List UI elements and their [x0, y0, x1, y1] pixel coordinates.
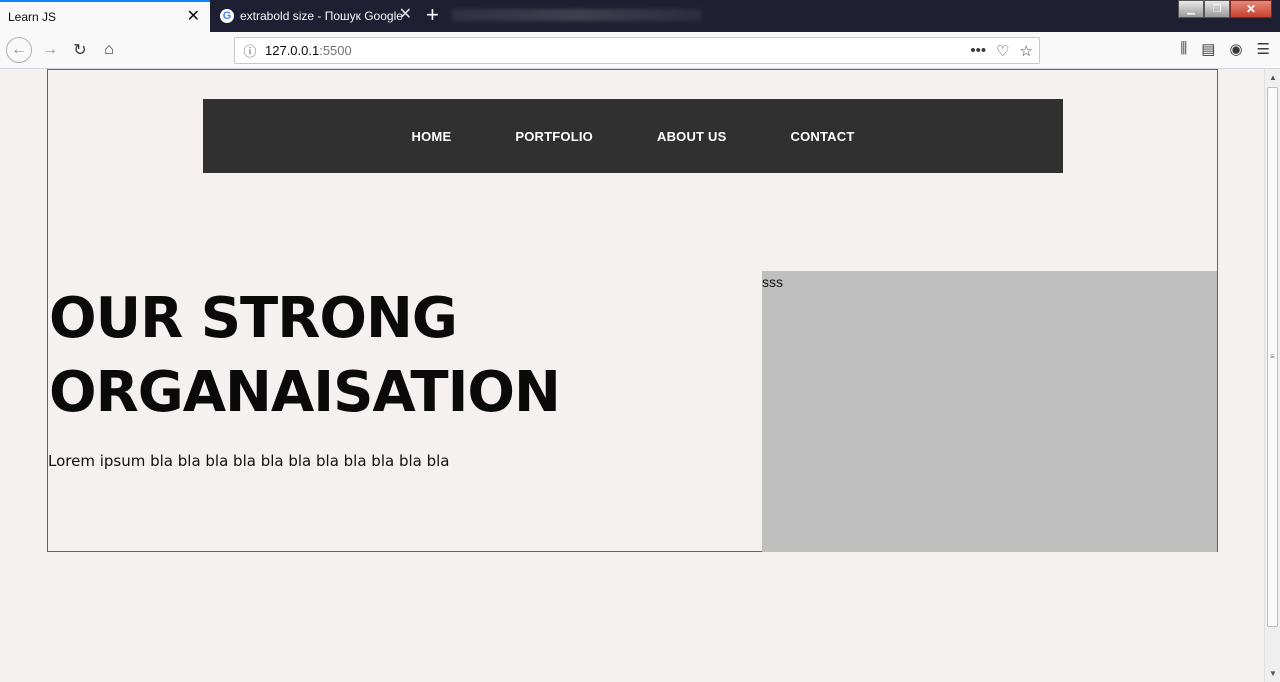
hero-paragraph: Lorem ipsum bla bla bla bla bla bla bla … [48, 452, 450, 470]
vertical-scrollbar[interactable]: ▲ ≡ ▼ [1264, 69, 1280, 682]
address-bar[interactable]: ⓘ 127.0.0.1:5500 ••• ♡ ☆ [234, 37, 1040, 64]
pocket-icon[interactable]: ♡ [996, 42, 1009, 60]
url-actions: ••• ♡ ☆ [970, 42, 1033, 60]
grip-icon: ≡ [1270, 352, 1275, 361]
hero-title-line1: OUR STRONG [49, 286, 458, 351]
side-box-text: sss [762, 274, 783, 290]
tab-learn-js[interactable]: Learn JS ✕ [0, 0, 210, 32]
hero-title: OUR STRONG ORGANAISATION [49, 282, 561, 430]
sidebar-icon[interactable]: ▤ [1201, 40, 1215, 58]
url-port: :5500 [319, 43, 352, 58]
nav-home[interactable]: HOME [412, 129, 452, 144]
nav-contact[interactable]: CONTACT [790, 129, 854, 144]
close-tab-icon[interactable]: ✕ [187, 9, 200, 25]
url-host: 127.0.0.1 [265, 43, 320, 58]
tab-title: Learn JS [8, 10, 57, 24]
tab-google-search[interactable]: G extrabold size - Пошук Google ✕ [210, 0, 422, 32]
window-controls: ▁ ❐ ✕ [1178, 0, 1272, 18]
info-icon[interactable]: ⓘ [235, 41, 265, 60]
hero-title-line2: ORGANAISATION [49, 360, 561, 425]
minimize-icon[interactable]: ▁ [1178, 0, 1204, 18]
navigation-toolbar: ← → ↻ ⌂ ⓘ 127.0.0.1:5500 ••• ♡ ☆ ⫼ ▤ ◉ ☰ [0, 32, 1280, 69]
menu-icon[interactable]: ☰ [1257, 40, 1270, 58]
google-icon: G [220, 9, 234, 23]
reload-icon[interactable]: ↻ [68, 38, 92, 62]
bookmark-star-icon[interactable]: ☆ [1020, 42, 1033, 60]
site-navbar: HOME PORTFOLIO ABOUT US CONTACT [203, 99, 1063, 173]
close-window-icon[interactable]: ✕ [1230, 0, 1272, 18]
blurred-background-tabs [452, 9, 702, 21]
content-container: HOME PORTFOLIO ABOUT US CONTACT OUR STRO… [47, 69, 1218, 552]
scroll-down-arrow-icon[interactable]: ▼ [1269, 669, 1277, 678]
more-actions-icon[interactable]: ••• [970, 42, 986, 60]
back-arrow-icon[interactable]: ← [6, 37, 32, 63]
side-box: sss [762, 271, 1217, 552]
new-tab-icon[interactable]: + [426, 3, 439, 27]
maximize-icon[interactable]: ❐ [1204, 0, 1230, 18]
nav-portfolio[interactable]: PORTFOLIO [515, 129, 593, 144]
toolbar-right: ⫼ ▤ ◉ ☰ [1180, 40, 1270, 58]
library-icon[interactable]: ⫼ [1180, 40, 1187, 58]
scroll-up-arrow-icon[interactable]: ▲ [1269, 73, 1277, 82]
account-icon[interactable]: ◉ [1229, 40, 1242, 58]
nav-about-us[interactable]: ABOUT US [657, 129, 727, 144]
home-icon[interactable]: ⌂ [97, 38, 121, 62]
scrollbar-thumb[interactable]: ≡ [1267, 87, 1278, 627]
tab-title: extrabold size - Пошук Google [240, 9, 403, 23]
page-viewport: HOME PORTFOLIO ABOUT US CONTACT OUR STRO… [0, 69, 1264, 682]
close-tab-icon[interactable]: ✕ [399, 7, 412, 23]
forward-arrow-icon[interactable]: → [38, 38, 62, 62]
tab-strip: Learn JS ✕ G extrabold size - Пошук Goog… [0, 0, 1280, 32]
